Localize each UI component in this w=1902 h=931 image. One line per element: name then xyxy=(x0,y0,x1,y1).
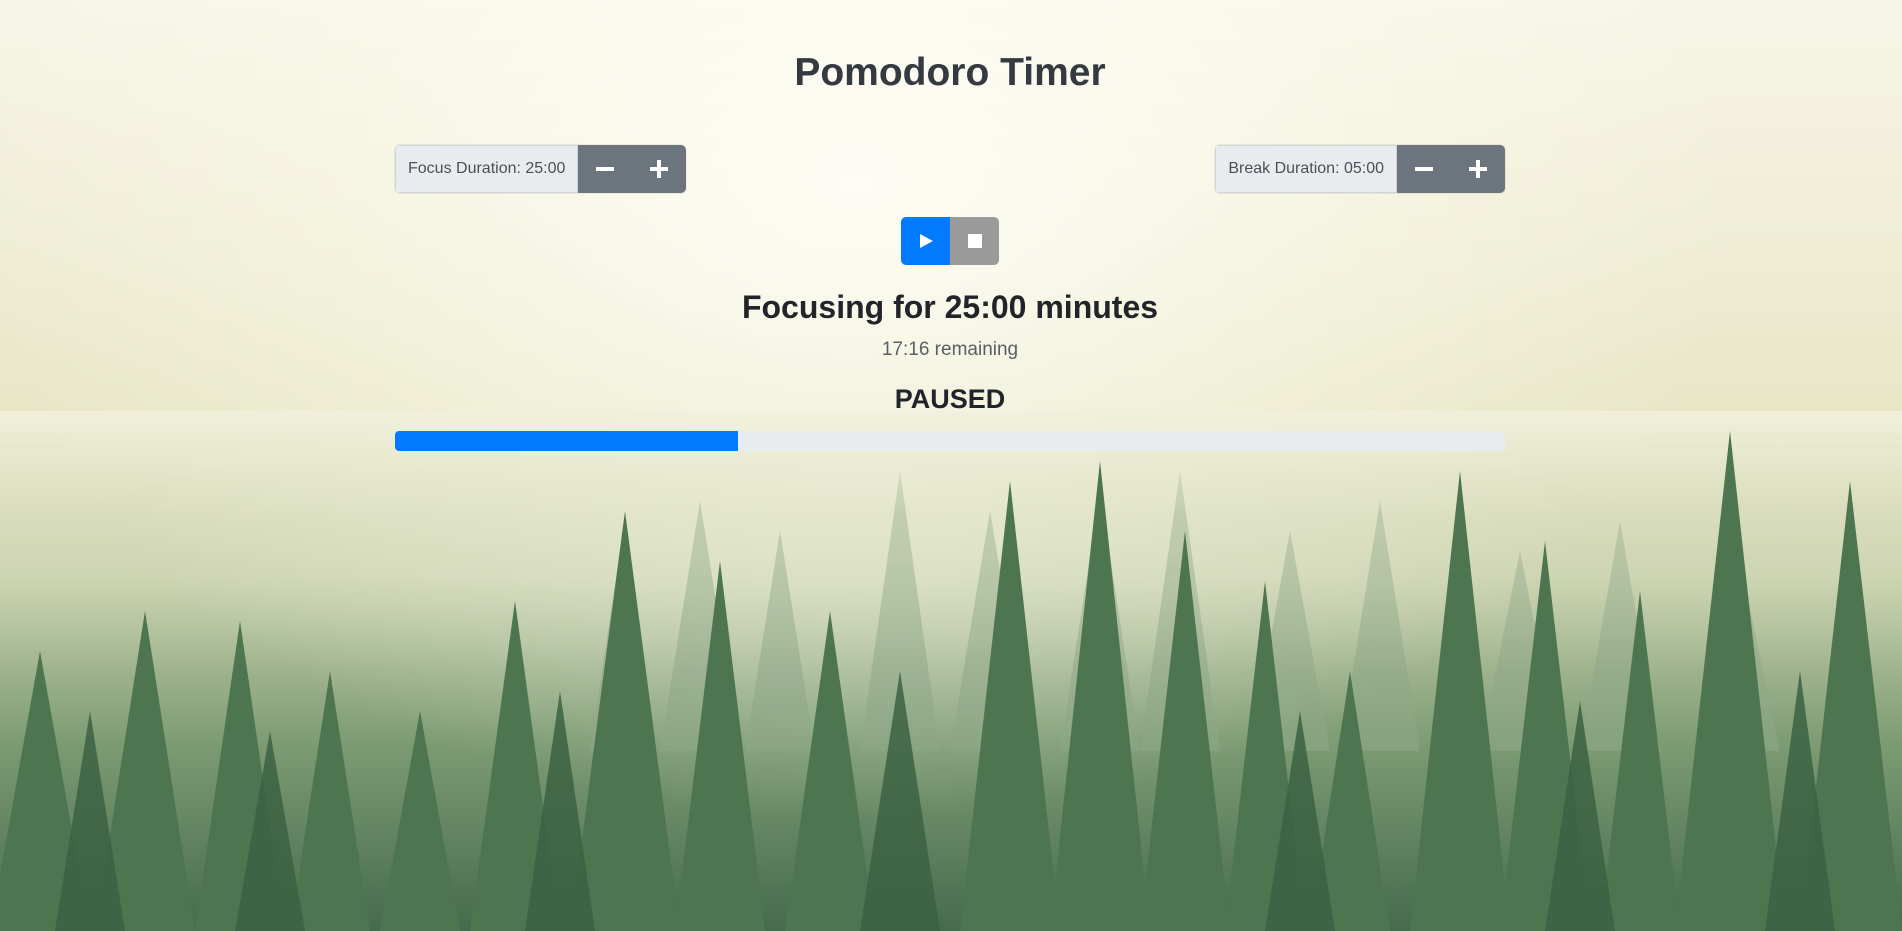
break-duration-label: Break Duration: 05:00 xyxy=(1215,145,1397,193)
pomodoro-page: Pomodoro Timer Focus Duration: 25:00 Bre… xyxy=(0,0,1902,931)
focus-duration-control: Focus Duration: 25:00 xyxy=(395,145,687,193)
status-heading: Focusing for 25:00 minutes xyxy=(741,289,1159,325)
forest-background xyxy=(0,411,1902,931)
play-button[interactable] xyxy=(901,217,950,265)
timer-controls xyxy=(901,217,999,265)
break-duration-control: Break Duration: 05:00 xyxy=(1215,145,1505,193)
time-remaining: 17:16 remaining xyxy=(881,339,1019,360)
page-title: Pomodoro Timer xyxy=(794,51,1106,94)
stop-icon xyxy=(967,234,982,248)
break-increase-button[interactable] xyxy=(1451,145,1505,193)
progress-track xyxy=(395,431,1505,451)
progress-bar xyxy=(395,431,739,451)
focus-duration-label: Focus Duration: 25:00 xyxy=(395,145,579,193)
play-icon xyxy=(919,234,933,248)
timer-container: Pomodoro Timer Focus Duration: 25:00 Bre… xyxy=(395,0,1505,460)
timer-state: PAUSED xyxy=(894,384,1006,414)
plus-icon xyxy=(1469,160,1487,178)
minus-icon xyxy=(596,167,615,171)
minus-icon xyxy=(1415,167,1433,171)
break-decrease-button[interactable] xyxy=(1397,145,1451,193)
stop-button[interactable] xyxy=(950,217,999,265)
focus-increase-button[interactable] xyxy=(632,145,687,193)
plus-icon xyxy=(650,160,669,178)
focus-decrease-button[interactable] xyxy=(578,145,633,193)
